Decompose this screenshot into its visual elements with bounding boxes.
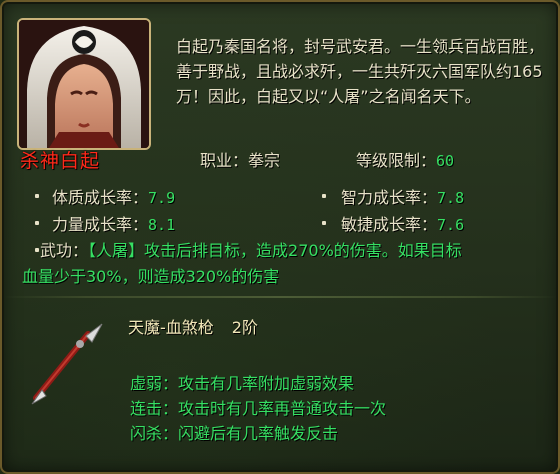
growth-value: 7.9 [148, 189, 176, 207]
bullet-icon [35, 221, 39, 225]
level-limit-value: 60 [436, 152, 455, 170]
weapon-effect-flash-kill: 闪杀：闪避后有几率触发反击 [130, 420, 338, 444]
effect-text: 攻击有几率附加虚弱效果 [178, 374, 355, 393]
skill-desc-line2: 血量少于30%，则造成320%的伤害 [22, 267, 280, 286]
growth-label: 体质成长率： [52, 188, 149, 207]
skill-label: 武功： [40, 241, 89, 260]
effect-label: 闪杀： [130, 424, 179, 443]
growth-agility: 敏捷成长率：7.6 [341, 211, 464, 235]
hero-portrait-icon [19, 20, 149, 148]
growth-intelligence: 智力成长率：7.8 [341, 184, 464, 208]
section-divider [4, 296, 556, 298]
effect-text: 闪避后有几率触发反击 [178, 424, 339, 443]
spear-icon-graphic [31, 323, 103, 405]
weapon-name-row: 天魔-血煞枪 2阶 [128, 314, 258, 338]
growth-constitution: 体质成长率：7.9 [52, 184, 175, 208]
effect-text: 攻击时有几率再普通攻击一次 [178, 399, 387, 418]
level-limit-label: 等级限制： [356, 151, 437, 170]
job-value: 拳宗 [248, 151, 281, 170]
bullet-icon [35, 248, 39, 252]
job-field: 职业：拳宗 [200, 147, 280, 171]
hero-name: 杀神白起 [20, 150, 101, 172]
growth-label: 智力成长率： [341, 188, 438, 207]
effect-label: 虚弱： [130, 374, 179, 393]
level-limit-field: 等级限制：60 [356, 147, 454, 171]
growth-value: 7.8 [437, 189, 465, 207]
effect-label: 连击： [130, 399, 179, 418]
spear-icon [22, 318, 108, 408]
skill-description: 武功：【人屠】攻击后排目标，造成270%的伤害。如果目标 [40, 238, 540, 263]
job-label: 职业： [200, 151, 249, 170]
bullet-icon [322, 194, 326, 198]
hero-biography: 白起乃秦国名将，封号武安君。一生领兵百战百胜，善于野战，且战必求歼，一生共歼灭六… [176, 37, 545, 106]
weapon-name: 天魔-血煞枪 [128, 318, 214, 337]
weapon-effect-combo: 连击：攻击时有几率再普通攻击一次 [130, 395, 386, 419]
weapon-level: 2阶 [231, 318, 258, 337]
bullet-icon [35, 194, 39, 198]
growth-value: 7.6 [437, 216, 465, 234]
weapon-effect-weaken: 虚弱：攻击有几率附加虚弱效果 [130, 370, 354, 394]
skill-desc-line1: 攻击后排目标，造成270%的伤害。如果目标 [144, 241, 462, 260]
growth-label: 力量成长率： [52, 215, 149, 234]
growth-value: 8.1 [148, 216, 176, 234]
growth-strength: 力量成长率：8.1 [52, 211, 175, 235]
bullet-icon [322, 221, 326, 225]
growth-label: 敏捷成长率： [341, 215, 438, 234]
hero-portrait [17, 18, 151, 150]
skill-name: 【人屠】 [88, 241, 145, 260]
